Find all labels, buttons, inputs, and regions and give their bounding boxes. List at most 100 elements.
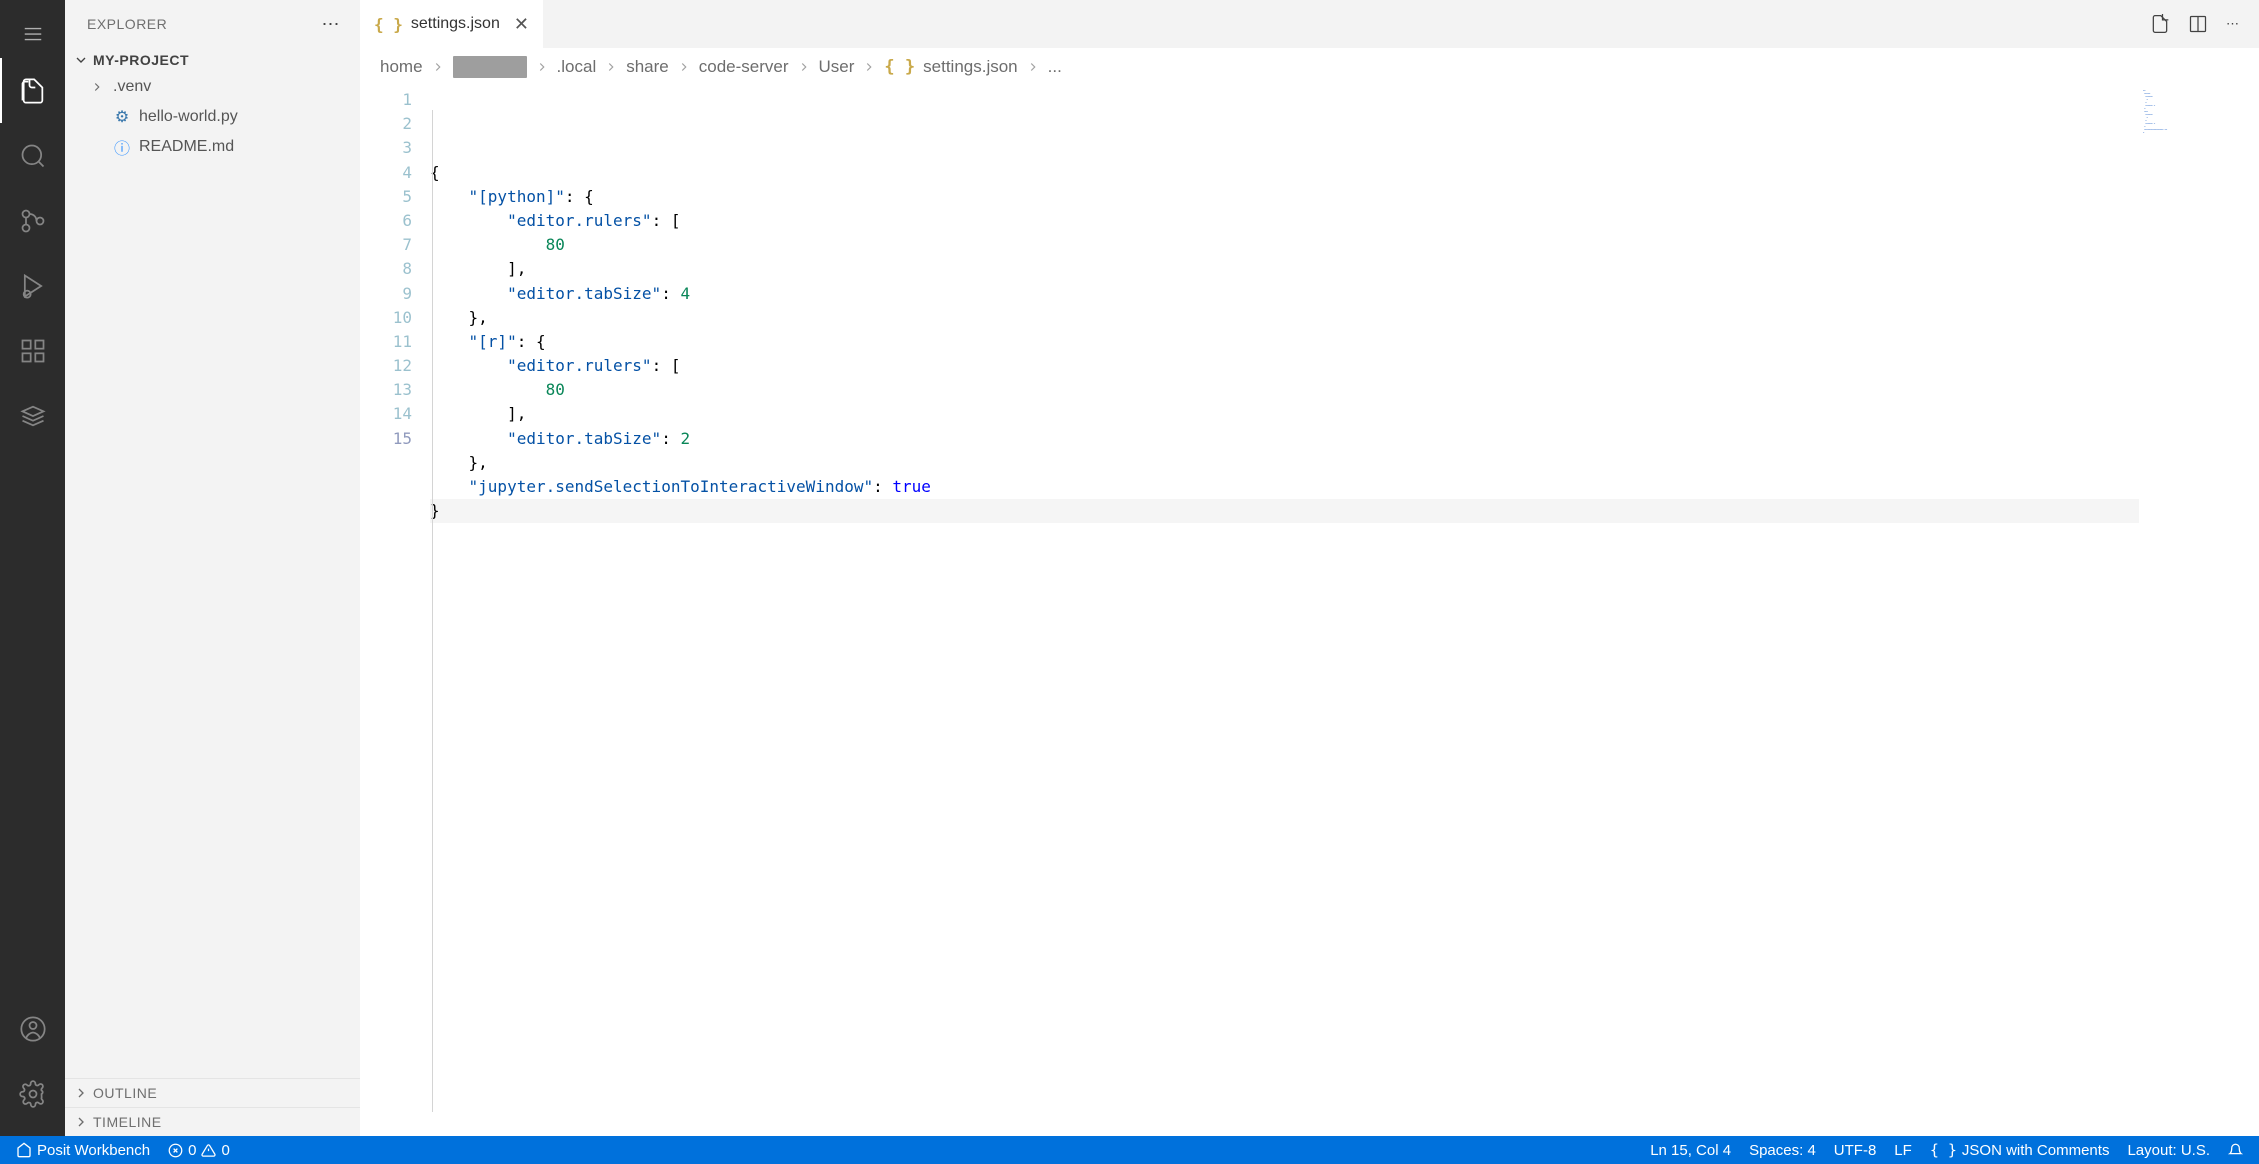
code-line[interactable]: "[python]": { [430, 185, 2139, 209]
breadcrumb-tail[interactable]: ... [1048, 57, 1062, 77]
minimap[interactable]: ▬▬ ▬▬▬▬▬ ▬▬▬▬▬▬ ▬ ▬ ▬▬▬▬▬▬ ▬ ▬ ▬▬▬ ▬▬▬▬▬… [2139, 86, 2259, 1136]
code-line[interactable]: "editor.tabSize": 2 [430, 427, 2139, 451]
editor-area: { } settings.json ✕ ⋯ home .local share … [360, 0, 2259, 1136]
close-icon[interactable]: ✕ [514, 14, 529, 35]
accounts-icon[interactable] [0, 996, 65, 1061]
code-line[interactable]: "editor.tabSize": 4 [430, 282, 2139, 306]
source-control-icon[interactable] [0, 188, 65, 253]
code-line[interactable]: "jupyter.sendSelectionToInteractiveWindo… [430, 475, 2139, 499]
status-remote-label: Posit Workbench [37, 1142, 150, 1159]
extensions-icon[interactable] [0, 318, 65, 383]
breadcrumb-item[interactable]: share [626, 57, 669, 77]
line-number: 15 [360, 427, 412, 451]
editor-more-icon[interactable]: ⋯ [2226, 16, 2239, 32]
split-editor-icon[interactable] [2188, 14, 2208, 34]
line-number: 10 [360, 306, 412, 330]
line-number: 5 [360, 185, 412, 209]
explorer-more-icon[interactable]: ⋯ [322, 14, 341, 35]
line-number: 12 [360, 354, 412, 378]
chevron-right-icon [604, 60, 618, 74]
project-header[interactable]: MY-PROJECT [65, 48, 360, 72]
line-number: 14 [360, 402, 412, 426]
breadcrumb-item[interactable]: User [819, 57, 855, 77]
breadcrumb-item[interactable]: code-server [699, 57, 789, 77]
status-notifications-icon[interactable] [2224, 1143, 2247, 1158]
code-line[interactable]: "editor.rulers": [ [430, 209, 2139, 233]
breadcrumb-item-redacted[interactable] [453, 56, 527, 78]
tree-item-folder[interactable]: .venv [65, 72, 360, 102]
run-debug-icon[interactable] [0, 253, 65, 318]
posit-icon[interactable] [0, 383, 65, 448]
chevron-right-icon [797, 60, 811, 74]
status-eol[interactable]: LF [1890, 1142, 1916, 1159]
timeline-section[interactable]: TIMELINE [65, 1107, 360, 1136]
info-icon: ⓘ [113, 135, 131, 159]
minimap-content: ▬▬ ▬▬▬▬▬ ▬▬▬▬▬▬ ▬ ▬ ▬▬▬▬▬▬ ▬ ▬ ▬▬▬ ▬▬▬▬▬… [2143, 90, 2255, 135]
breadcrumb-item[interactable]: .local [557, 57, 597, 77]
tab-label: settings.json [411, 15, 500, 33]
line-number: 1 [360, 88, 412, 112]
breadcrumb-item[interactable]: home [380, 57, 423, 77]
line-number: 8 [360, 257, 412, 281]
outline-label: OUTLINE [93, 1085, 157, 1101]
code-editor[interactable]: { "[python]": { "editor.rulers": [ 80 ],… [430, 86, 2139, 1136]
status-encoding[interactable]: UTF-8 [1830, 1142, 1881, 1159]
status-layout[interactable]: Layout: U.S. [2123, 1142, 2214, 1159]
line-number: 7 [360, 233, 412, 257]
status-indent[interactable]: Spaces: 4 [1745, 1142, 1820, 1159]
code-line[interactable]: { [430, 161, 2139, 185]
line-number: 9 [360, 282, 412, 306]
chevron-right-icon [431, 60, 445, 74]
indent-guide [432, 110, 433, 1112]
line-number-gutter: 123456789101112131415 [360, 86, 430, 1136]
code-line[interactable]: }, [430, 451, 2139, 475]
tree-item-file[interactable]: ⚙ hello-world.py [65, 102, 360, 132]
chevron-right-icon [677, 60, 691, 74]
tree-item-label: hello-world.py [139, 108, 238, 126]
status-problems[interactable]: 0 0 [164, 1142, 234, 1159]
line-number: 2 [360, 112, 412, 136]
status-cursor[interactable]: Ln 15, Col 4 [1646, 1142, 1735, 1159]
tree-item-label: README.md [139, 138, 234, 156]
chevron-right-icon [1026, 60, 1040, 74]
line-number: 6 [360, 209, 412, 233]
chevron-down-icon [73, 52, 89, 68]
status-language[interactable]: { } JSON with Comments [1926, 1141, 2114, 1159]
tab-settings-json[interactable]: { } settings.json ✕ [360, 0, 544, 48]
line-number: 4 [360, 161, 412, 185]
code-line[interactable]: } [430, 499, 2139, 523]
settings-gear-icon[interactable] [0, 1061, 65, 1126]
menu-icon[interactable] [0, 10, 65, 58]
project-name: MY-PROJECT [93, 52, 189, 68]
line-number: 13 [360, 378, 412, 402]
chevron-right-icon [535, 60, 549, 74]
tab-bar-actions: ⋯ [2150, 0, 2259, 48]
code-line[interactable]: 80 [430, 233, 2139, 257]
explorer-sidebar: EXPLORER ⋯ MY-PROJECT .venv ⚙ hello-worl… [65, 0, 360, 1136]
code-line[interactable]: }, [430, 306, 2139, 330]
braces-icon: { } [374, 15, 403, 34]
code-line[interactable]: "editor.rulers": [ [430, 354, 2139, 378]
code-line[interactable]: 80 [430, 378, 2139, 402]
status-remote[interactable]: Posit Workbench [12, 1142, 154, 1159]
tree-item-file[interactable]: ⓘ README.md [65, 132, 360, 162]
python-icon: ⚙ [113, 107, 131, 127]
chevron-right-icon [862, 60, 876, 74]
braces-icon: { } [1930, 1141, 1957, 1159]
breadcrumbs: home .local share code-server User { } s… [360, 48, 2259, 86]
status-warnings-count: 0 [221, 1142, 229, 1159]
code-line[interactable]: ], [430, 257, 2139, 281]
status-errors-count: 0 [188, 1142, 196, 1159]
timeline-label: TIMELINE [93, 1114, 162, 1130]
outline-section[interactable]: OUTLINE [65, 1078, 360, 1107]
code-line[interactable]: ], [430, 402, 2139, 426]
status-bar: Posit Workbench 0 0 Ln 15, Col 4 Spaces:… [0, 1136, 2259, 1164]
code-line[interactable]: "[r]": { [430, 330, 2139, 354]
braces-icon: { } [884, 57, 915, 77]
line-number: 3 [360, 136, 412, 160]
explorer-icon[interactable] [0, 58, 65, 123]
open-settings-ui-icon[interactable] [2150, 14, 2170, 34]
search-icon[interactable] [0, 123, 65, 188]
line-number: 11 [360, 330, 412, 354]
breadcrumb-file[interactable]: settings.json [923, 57, 1018, 77]
